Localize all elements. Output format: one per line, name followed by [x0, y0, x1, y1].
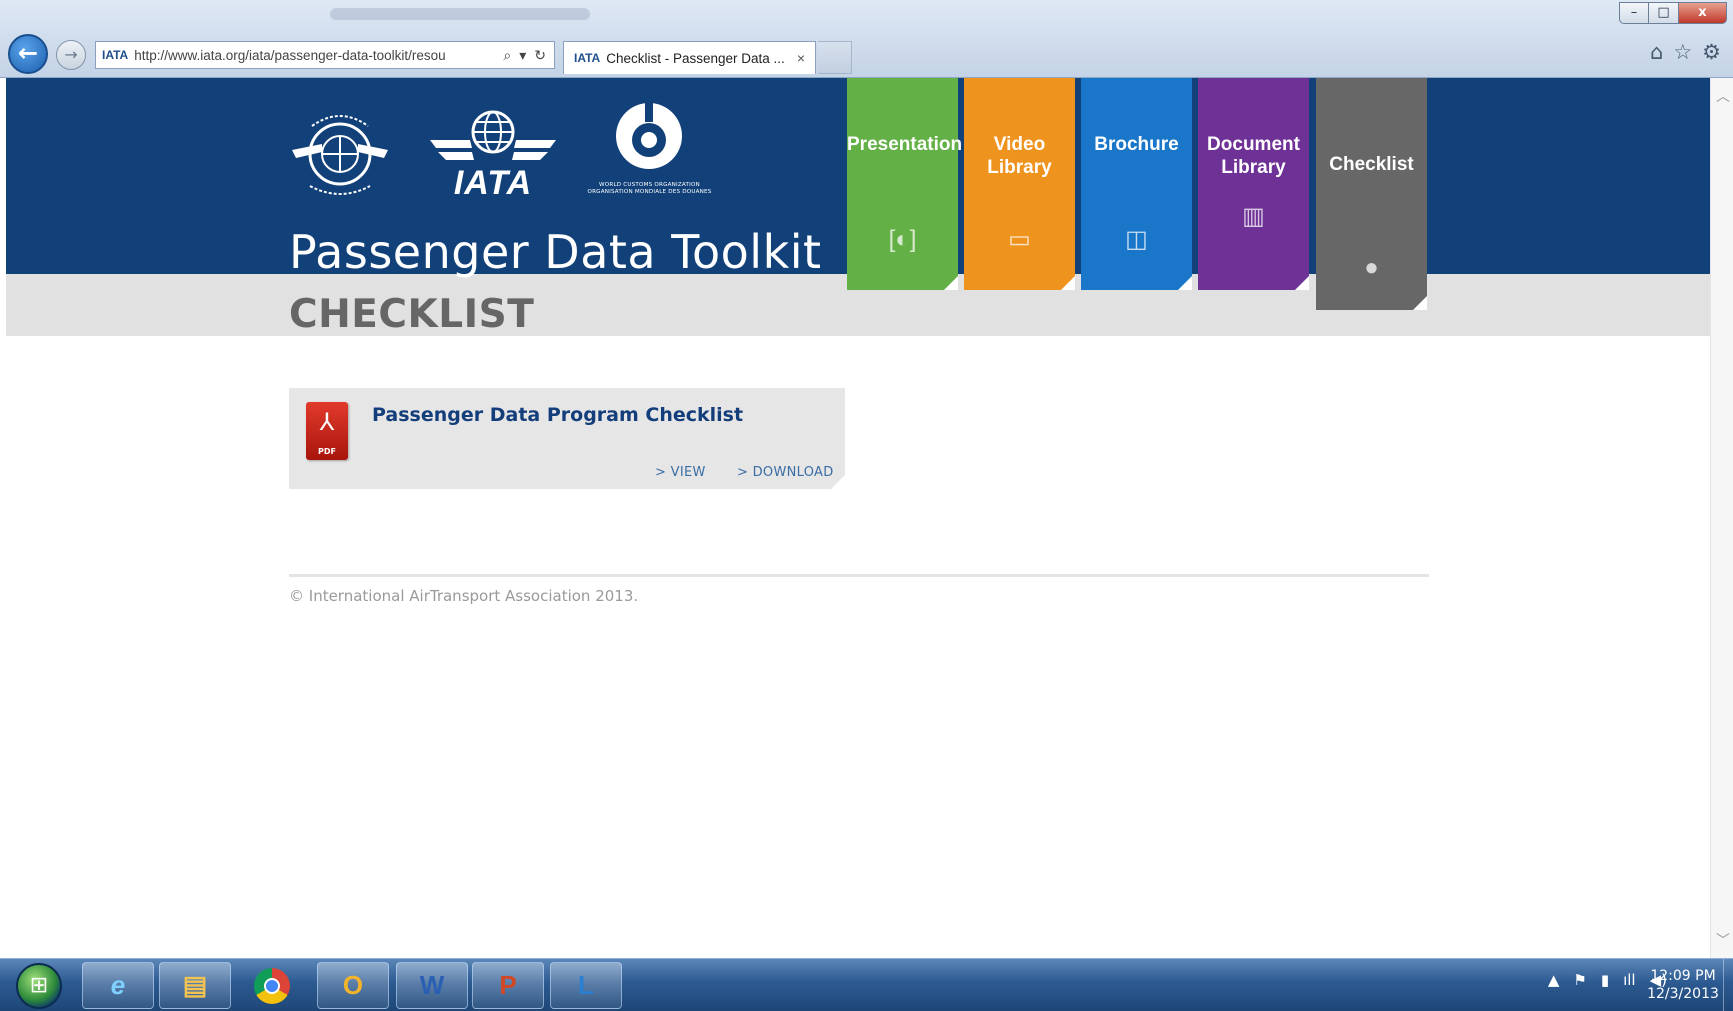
windows-taskbar: ⊞ e ▤ O W P L ▲ ⚑ ▮ ıll ◀) 12:09 PM 12/3… [0, 958, 1733, 1011]
windows-logo-icon: ⊞ [29, 973, 49, 998]
download-link[interactable]: > DOWNLOAD [737, 465, 834, 480]
clock[interactable]: 12:09 PM 12/3/2013 [1643, 967, 1723, 1003]
books-icon: ▥ [1242, 203, 1265, 230]
power-icon[interactable]: ▮ [1601, 971, 1609, 989]
taskbar-chrome[interactable] [236, 962, 308, 1009]
page-fold-corner [1413, 296, 1427, 310]
web-page: IATA WORLD CUSTOMS ORGANIZATION ORGANISA… [6, 78, 1710, 958]
icao-emblem-icon [292, 115, 388, 195]
nav-tile-checklist[interactable]: Checklist ● [1316, 78, 1427, 310]
nav-tile-label: Video Library [987, 134, 1052, 178]
taskbar-word[interactable]: W [396, 962, 468, 1009]
close-window-button[interactable]: x [1679, 2, 1727, 24]
tab-title: Checklist - Passenger Data ... [606, 50, 785, 66]
browser-tab-active[interactable]: IATA Checklist - Passenger Data ... × [563, 41, 816, 74]
nav-tile-label: Checklist [1329, 154, 1414, 175]
internet-explorer-icon: e [110, 970, 126, 1000]
network-signal-icon[interactable]: ıll [1623, 971, 1636, 989]
favorites-star-icon[interactable]: ☆ [1673, 40, 1692, 64]
checklist-dot-icon: ● [1364, 254, 1379, 281]
search-icon[interactable]: ⌕ [503, 47, 511, 64]
iata-logo[interactable]: IATA [430, 110, 556, 202]
scroll-down-icon[interactable]: ﹀ [1716, 930, 1730, 950]
brochure-map-icon: ◫ [1125, 226, 1148, 253]
start-button[interactable]: ⊞ [16, 963, 62, 1009]
tools-gear-icon[interactable]: ⚙ [1702, 40, 1721, 64]
home-icon[interactable]: ⌂ [1650, 40, 1663, 64]
action-center-flag-icon[interactable]: ⚑ [1573, 971, 1586, 989]
nav-tile-video-library[interactable]: Video Library ▭ [964, 78, 1075, 290]
nav-tile-document-library[interactable]: Document Library ▥ [1198, 78, 1309, 290]
page-title: CHECKLIST [289, 292, 535, 337]
nav-tile-presentation[interactable]: Presentation [◐] [847, 78, 962, 290]
browser-toolbar-icons: ⌂ ☆ ⚙ [1650, 40, 1721, 64]
back-arrow-icon: ← [17, 39, 39, 67]
taskbar-file-explorer[interactable]: ▤ [159, 962, 231, 1009]
vertical-scrollbar[interactable]: ︿ ﹀ [1710, 78, 1733, 958]
view-link[interactable]: > VIEW [655, 465, 706, 480]
nav-tile-label: Presentation [847, 134, 963, 155]
taskbar-internet-explorer[interactable]: e [82, 962, 154, 1009]
maximize-button[interactable]: □ [1649, 2, 1679, 24]
tab-favicon-icon: IATA [574, 51, 601, 65]
title-bar [330, 8, 590, 20]
site-title: Passenger Data Toolkit [289, 225, 822, 279]
taskbar-powerpoint[interactable]: P [472, 962, 544, 1009]
clock-date: 12/3/2013 [1647, 986, 1719, 1002]
page-fold-corner [944, 276, 958, 290]
nav-tile-brochure[interactable]: Brochure ◫ [1081, 78, 1192, 290]
page-fold-corner [831, 475, 845, 489]
nav-tile-label: Brochure [1094, 134, 1179, 155]
presentation-icon: [◐] [888, 226, 917, 253]
acrobat-icon: ⅄ [319, 408, 335, 436]
video-screen-icon: ▭ [1008, 226, 1031, 253]
lync-icon: L [578, 970, 594, 1000]
clock-time: 12:09 PM [1650, 968, 1716, 984]
iata-globe-wings-icon [430, 110, 556, 160]
page-fold-corner [1061, 276, 1075, 290]
wco-caption: WORLD CUSTOMS ORGANIZATION ORGANISATION … [587, 182, 712, 195]
site-favicon-icon: IATA [102, 48, 129, 62]
word-icon: W [419, 970, 445, 1000]
refresh-icon[interactable]: ↻ [534, 47, 546, 64]
forward-arrow-icon: → [64, 45, 78, 64]
nav-tile-label: Document Library [1207, 134, 1300, 178]
browser-chrome: – □ x ← → IATA http://www.iata.org/iata/… [0, 0, 1733, 78]
taskbar-outlook[interactable]: O [317, 962, 389, 1009]
outlook-icon: O [342, 970, 364, 1000]
dropdown-icon[interactable]: ▾ [519, 47, 526, 64]
document-card: ⅄ PDF Passenger Data Program Checklist >… [289, 388, 845, 489]
show-desktop-button[interactable] [1723, 959, 1733, 1011]
icao-logo[interactable] [288, 106, 392, 200]
tab-close-icon[interactable]: × [797, 50, 805, 66]
url-text[interactable]: http://www.iata.org/iata/passenger-data-… [134, 48, 495, 63]
folder-icon: ▤ [182, 970, 208, 1000]
taskbar-lync[interactable]: L [550, 962, 622, 1009]
back-button[interactable]: ← [8, 34, 48, 74]
page-fold-corner [1178, 276, 1192, 290]
minimize-button[interactable]: – [1619, 2, 1649, 24]
forward-button[interactable]: → [56, 40, 86, 70]
window-controls: – □ x [1619, 2, 1727, 24]
copyright-text: © International AirTransport Association… [289, 587, 639, 605]
iata-wordmark: IATA [453, 164, 533, 202]
show-hidden-icons-icon[interactable]: ▲ [1548, 971, 1560, 989]
document-title[interactable]: Passenger Data Program Checklist [372, 404, 743, 426]
powerpoint-icon: P [499, 970, 517, 1000]
pdf-file-icon[interactable]: ⅄ PDF [306, 402, 348, 460]
scroll-up-icon[interactable]: ︿ [1716, 86, 1730, 106]
new-tab-button[interactable] [818, 41, 852, 74]
pdf-label: PDF [318, 447, 336, 456]
wco-logo[interactable]: WORLD CUSTOMS ORGANIZATION ORGANISATION … [577, 100, 722, 204]
wco-emblem-icon [616, 100, 682, 169]
chrome-icon [254, 968, 290, 1004]
footer-divider [289, 574, 1429, 577]
page-fold-corner [1295, 276, 1309, 290]
address-bar[interactable]: IATA http://www.iata.org/iata/passenger-… [95, 41, 555, 69]
